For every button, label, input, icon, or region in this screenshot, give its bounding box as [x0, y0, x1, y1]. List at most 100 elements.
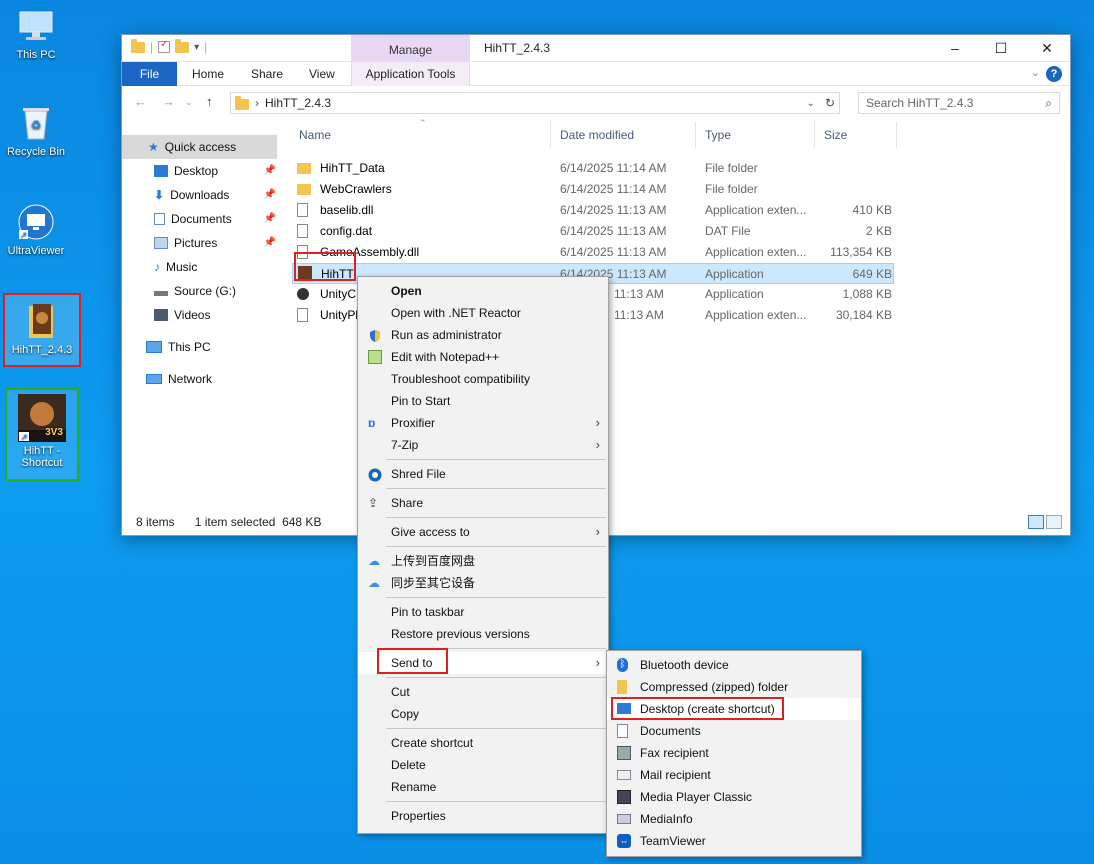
- chevron-down-icon[interactable]: ⌄: [807, 98, 819, 109]
- large-icons-view-icon[interactable]: [1046, 515, 1062, 529]
- menu-item-edit-notepadpp[interactable]: Edit with Notepad++: [358, 346, 608, 368]
- desktop-icon-this-pc[interactable]: This PC: [0, 6, 72, 61]
- recent-dropdown-icon[interactable]: ⌄: [185, 97, 193, 108]
- menu-item-shred-file[interactable]: Shred File: [358, 463, 608, 485]
- nav-item-this-pc[interactable]: This PC: [122, 335, 280, 359]
- desktop-icon-hihtt-shortcut[interactable]: ↗ 3V3 HihTT - Shortcut: [5, 388, 79, 481]
- nav-item-downloads[interactable]: ⬇ Downloads 📌: [122, 183, 280, 207]
- nav-item-network[interactable]: Network: [122, 367, 280, 391]
- table-row[interactable]: config.dat 6/14/2025 11:13 AM DAT File 2…: [292, 221, 1072, 242]
- menu-item-fax[interactable]: Fax recipient: [607, 742, 861, 764]
- menu-item-open-with-net-reactor[interactable]: Open with .NET Reactor: [358, 302, 608, 324]
- search-input[interactable]: Search HihTT_2.4.3: [866, 96, 973, 110]
- tab-view[interactable]: View: [309, 62, 335, 86]
- menu-item-cut[interactable]: Cut: [358, 681, 608, 703]
- manage-tab[interactable]: Manage: [351, 35, 470, 62]
- column-resize-handle[interactable]: [550, 122, 551, 148]
- column-resize-handle[interactable]: [896, 122, 897, 148]
- desktop-icon-recycle-bin[interactable]: ♻ Recycle Bin: [0, 103, 72, 158]
- table-row[interactable]: GameAssembly.dll 6/14/2025 11:13 AM Appl…: [292, 242, 1072, 263]
- desktop-icon-hihtt-folder[interactable]: HihTT_2.4.3: [3, 293, 81, 367]
- menu-item-bluetooth[interactable]: ᛒ Bluetooth device: [607, 654, 861, 676]
- menu-item-restore-versions[interactable]: Restore previous versions: [358, 623, 608, 645]
- help-icon[interactable]: ?: [1046, 66, 1062, 82]
- menu-item-delete[interactable]: Delete: [358, 754, 608, 776]
- menu-item-proxifier[interactable]: ɒ Proxifier ›: [358, 412, 608, 434]
- chevron-down-icon[interactable]: ⌄: [1031, 66, 1040, 79]
- nav-item-documents[interactable]: Documents 📌: [122, 207, 280, 231]
- menu-item-media-player-classic[interactable]: Media Player Classic: [607, 786, 861, 808]
- up-icon[interactable]: ↑: [206, 94, 213, 109]
- menu-item-open[interactable]: Open: [358, 280, 608, 302]
- nav-item-quick-access[interactable]: ★ Quick access: [122, 135, 277, 159]
- column-name[interactable]: Name: [299, 128, 331, 142]
- menu-item-troubleshoot[interactable]: Troubleshoot compatibility: [358, 368, 608, 390]
- menu-item-mediainfo[interactable]: MediaInfo: [607, 808, 861, 830]
- menu-item-rename[interactable]: Rename: [358, 776, 608, 798]
- column-type[interactable]: Type: [705, 128, 731, 142]
- minimize-button[interactable]: –: [932, 35, 978, 62]
- menu-item-pin-to-start[interactable]: Pin to Start: [358, 390, 608, 412]
- column-resize-handle[interactable]: [814, 122, 815, 148]
- pin-icon[interactable]: 📌: [264, 183, 276, 207]
- table-row[interactable]: WebCrawlers 6/14/2025 11:14 AM File fold…: [292, 179, 1072, 200]
- tab-file[interactable]: File: [122, 62, 177, 86]
- column-resize-handle[interactable]: [695, 122, 696, 148]
- desktop-label: Recycle Bin: [6, 146, 66, 158]
- tab-share[interactable]: Share: [251, 62, 283, 86]
- menu-item-baidu-sync[interactable]: ☁ 同步至其它设备: [358, 572, 608, 594]
- menu-item-properties[interactable]: Properties: [358, 805, 608, 827]
- pin-icon[interactable]: 📌: [264, 159, 276, 183]
- nav-item-pictures[interactable]: Pictures 📌: [122, 231, 280, 255]
- tab-application-tools[interactable]: Application Tools: [351, 62, 470, 86]
- tab-home[interactable]: Home: [192, 62, 224, 86]
- details-view-icon[interactable]: [1028, 515, 1044, 529]
- nav-item-desktop[interactable]: Desktop 📌: [122, 159, 280, 183]
- menu-item-teamviewer[interactable]: ⇔ TeamViewer: [607, 830, 861, 852]
- notepadpp-icon: [368, 350, 382, 364]
- file-icon: [297, 224, 308, 238]
- maximize-button[interactable]: ☐: [978, 35, 1024, 62]
- table-row[interactable]: HihTT_Data 6/14/2025 11:14 AM File folde…: [292, 158, 1072, 179]
- forward-icon[interactable]: →: [162, 94, 175, 109]
- menu-item-give-access[interactable]: Give access to ›: [358, 521, 608, 543]
- new-folder-icon[interactable]: [175, 38, 190, 53]
- context-menu: Open Open with .NET Reactor Run as admin…: [357, 276, 609, 834]
- pin-icon[interactable]: 📌: [264, 207, 276, 231]
- menu-item-copy[interactable]: Copy: [358, 703, 608, 725]
- address-bar[interactable]: › HihTT_2.4.3 ⌄ ↻: [230, 92, 840, 114]
- menu-item-mail[interactable]: Mail recipient: [607, 764, 861, 786]
- menu-item-share[interactable]: ⇪ Share: [358, 492, 608, 514]
- column-headers: ⌃ Name Date modified Type Size: [292, 118, 1072, 150]
- menu-item-run-as-admin[interactable]: Run as administrator: [358, 324, 608, 346]
- close-button[interactable]: ✕: [1024, 35, 1070, 62]
- unity-icon: [297, 288, 309, 300]
- nav-item-source-drive[interactable]: Source (G:): [122, 279, 280, 303]
- desktop-icon-ultraviewer[interactable]: ↗ UltraViewer: [0, 202, 72, 257]
- menu-item-7zip[interactable]: 7-Zip ›: [358, 434, 608, 456]
- highlight-box: [377, 648, 448, 674]
- menu-item-baidu-upload[interactable]: ☁ 上传到百度网盘: [358, 550, 608, 572]
- column-date-modified[interactable]: Date modified: [560, 128, 634, 142]
- refresh-icon[interactable]: ↻: [825, 96, 839, 110]
- selection-size: 648 KB: [282, 515, 322, 529]
- search-icon: ⌕: [1045, 96, 1052, 110]
- search-box[interactable]: Search HihTT_2.4.3 ⌕: [858, 92, 1060, 114]
- sort-up-icon: ⌃: [419, 118, 427, 128]
- table-row[interactable]: baselib.dll 6/14/2025 11:13 AM Applicati…: [292, 200, 1072, 221]
- column-size[interactable]: Size: [824, 128, 847, 142]
- nav-item-videos[interactable]: Videos: [122, 303, 280, 327]
- nav-item-music[interactable]: ♪ Music: [122, 255, 280, 279]
- menu-item-documents[interactable]: Documents: [607, 720, 861, 742]
- breadcrumb[interactable]: HihTT_2.4.3: [265, 96, 331, 110]
- download-icon: ⬇: [154, 188, 165, 202]
- menu-item-zip[interactable]: Compressed (zipped) folder: [607, 676, 861, 698]
- menu-item-create-shortcut[interactable]: Create shortcut: [358, 732, 608, 754]
- properties-icon[interactable]: ✓: [158, 39, 171, 53]
- pin-icon[interactable]: 📌: [264, 231, 276, 255]
- pc-icon: [146, 341, 162, 353]
- back-icon[interactable]: ←: [134, 94, 147, 109]
- customize-qa-icon[interactable]: ▾: [194, 42, 199, 53]
- dll-file-icon: [297, 308, 308, 322]
- menu-item-pin-to-taskbar[interactable]: Pin to taskbar: [358, 601, 608, 623]
